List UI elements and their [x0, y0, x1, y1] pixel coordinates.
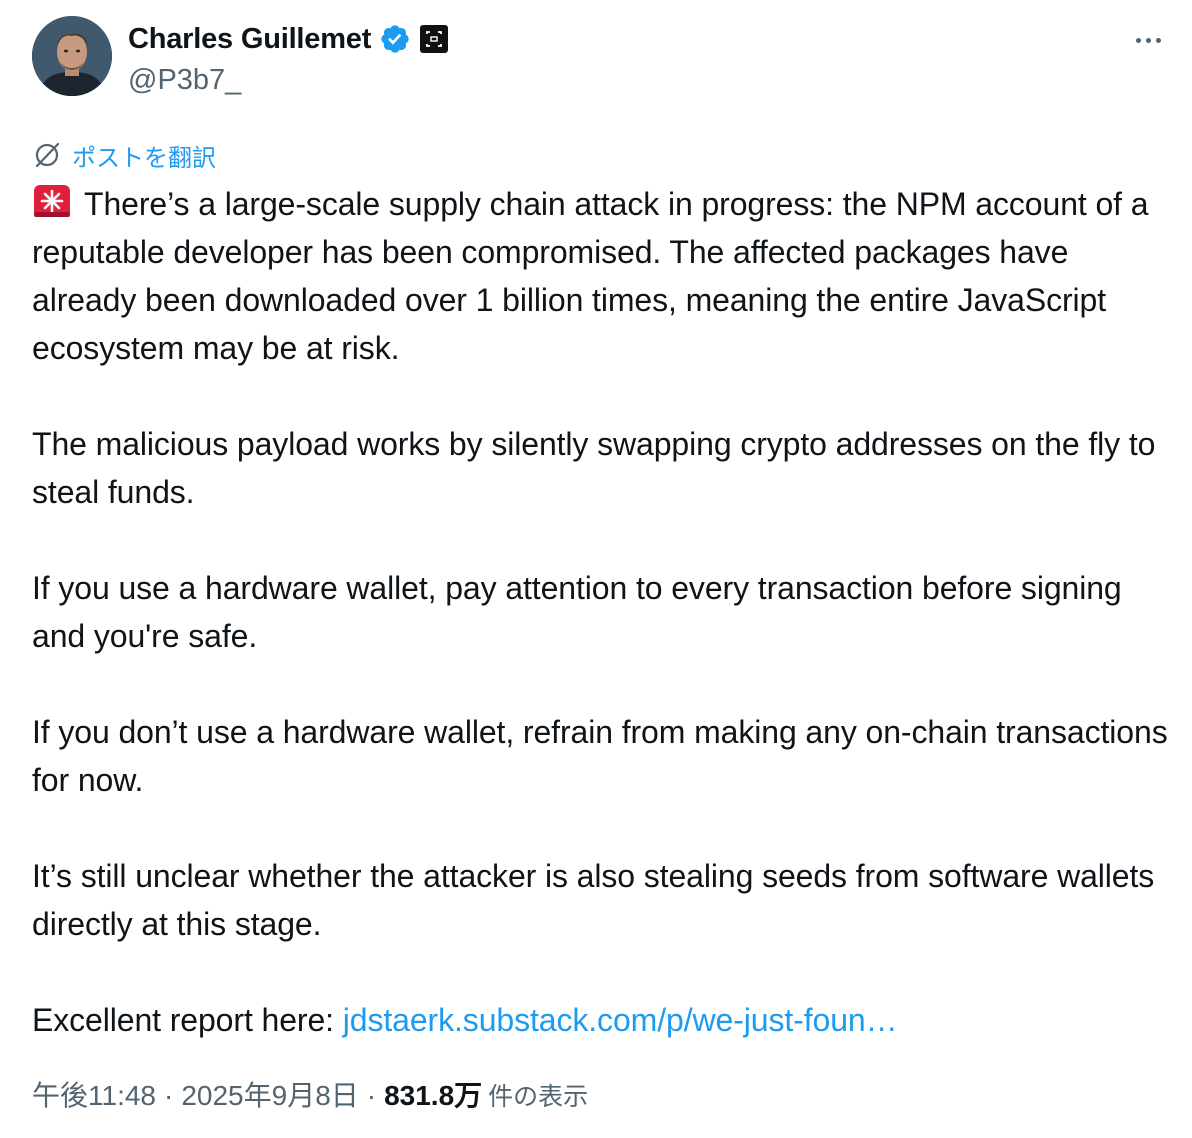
verified-badge-icon[interactable]	[379, 23, 411, 55]
translate-post-link[interactable]: ポストを翻訳	[32, 140, 216, 172]
globe-translate-icon	[32, 140, 62, 170]
avatar[interactable]	[32, 16, 112, 96]
more-options-icon[interactable]	[1128, 30, 1168, 50]
tweet-paragraph-6: Excellent report here: jdstaerk.substack…	[32, 996, 1172, 1044]
post-time[interactable]: 午後11:48	[32, 1080, 156, 1111]
author-display-name[interactable]: Charles Guillemet	[128, 23, 371, 56]
tweet-paragraph: There’s a large-scale supply chain attac…	[32, 180, 1172, 372]
name-row: Charles Guillemet	[128, 20, 449, 58]
affiliate-badge-icon[interactable]	[419, 24, 449, 54]
views-label: 件の表示	[488, 1083, 589, 1111]
more-dot	[1145, 37, 1151, 43]
more-dot	[1155, 37, 1161, 43]
post-date[interactable]: 2025年9月8日	[181, 1080, 358, 1111]
translate-label: ポストを翻訳	[72, 144, 216, 172]
report-prefix: Excellent report here:	[32, 1002, 343, 1038]
tweet-paragraph-2: The malicious payload works by silently …	[32, 426, 1156, 510]
author-names: Charles Guillemet @P3b7_	[128, 20, 449, 98]
tweet-meta: 午後11:48 · 2025年9月8日 · 831.8万 件の表示	[32, 1076, 588, 1116]
report-link[interactable]: jdstaerk.substack.com/p/we-just-foun…	[343, 1002, 898, 1038]
tweet-paragraph-5: It’s still unclear whether the attacker …	[32, 858, 1155, 942]
author-handle[interactable]: @P3b7_	[128, 62, 449, 98]
views-count[interactable]: 831.8万	[384, 1080, 482, 1111]
tweet-paragraph-4: If you don’t use a hardware wallet, refr…	[32, 714, 1168, 798]
more-dot	[1135, 37, 1141, 43]
meta-separator: ·	[366, 1080, 377, 1111]
tweet-header: Charles Guillemet @P3b7_	[32, 16, 1168, 98]
tweet-text: There’s a large-scale supply chain attac…	[32, 180, 1172, 1044]
tweet-paragraph-1: There’s a large-scale supply chain attac…	[32, 186, 1149, 366]
tweet-paragraph-3: If you use a hardware wallet, pay attent…	[32, 570, 1122, 654]
siren-icon	[32, 181, 72, 221]
meta-separator: ·	[164, 1080, 174, 1111]
